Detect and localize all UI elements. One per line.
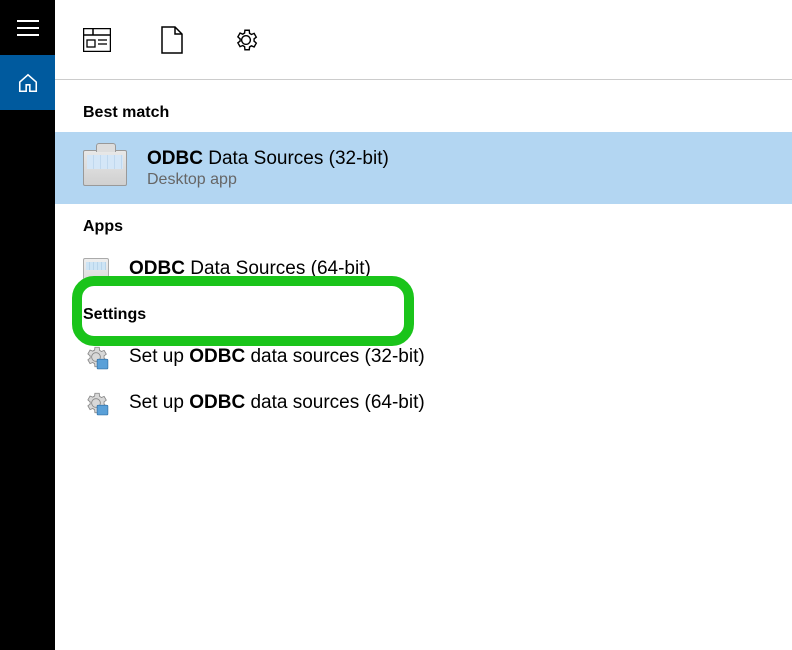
- web-filter-icon[interactable]: [83, 28, 111, 52]
- settings-header: Settings: [55, 292, 792, 334]
- settings-result-title-64: Set up ODBC data sources (64-bit): [129, 391, 425, 416]
- apps-result-title: ODBC Data Sources (64-bit): [129, 257, 371, 282]
- best-match-subtitle: Desktop app: [147, 171, 389, 189]
- filter-toolbar: [55, 0, 792, 80]
- hamburger-menu-button[interactable]: [0, 0, 55, 55]
- apps-result-odbc-64[interactable]: ODBC Data Sources (64-bit): [55, 246, 792, 292]
- documents-filter-icon[interactable]: [161, 26, 183, 54]
- best-match-header: Best match: [55, 98, 792, 132]
- best-match-result[interactable]: ODBC Data Sources (32-bit) Desktop app: [55, 132, 792, 204]
- main-panel: Best match ODBC Data Sources (32-bit) De…: [55, 0, 792, 650]
- settings-result-odbc-64[interactable]: Set up ODBC data sources (64-bit): [55, 380, 792, 426]
- best-match-title: ODBC Data Sources (32-bit): [147, 147, 389, 172]
- odbc-admin-small-icon: [83, 256, 109, 282]
- results-content: Best match ODBC Data Sources (32-bit) De…: [55, 80, 792, 650]
- settings-result-title-32: Set up ODBC data sources (32-bit): [129, 345, 425, 370]
- settings-gear-icon: [83, 390, 109, 416]
- odbc-admin-icon: [83, 146, 127, 190]
- settings-gear-icon: [83, 344, 109, 370]
- apps-header: Apps: [55, 204, 792, 246]
- settings-filter-icon[interactable]: [233, 27, 259, 53]
- start-sidebar: [0, 0, 55, 650]
- settings-result-odbc-32[interactable]: Set up ODBC data sources (32-bit): [55, 334, 792, 380]
- home-button[interactable]: [0, 55, 55, 110]
